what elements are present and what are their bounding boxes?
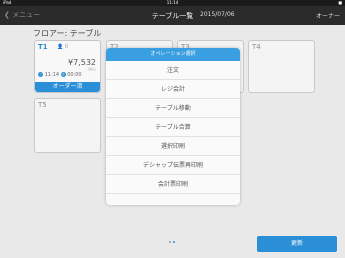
floor-label: フロアー: テーブル bbox=[33, 29, 102, 38]
user-label[interactable]: オーナー bbox=[316, 11, 340, 20]
menu-item-merge-table[interactable]: テーブル合算 bbox=[106, 118, 240, 137]
table-status-badge: オーダー済 bbox=[35, 82, 100, 92]
table-name: T4 bbox=[252, 43, 261, 51]
menu-item-order[interactable]: 注文 bbox=[106, 61, 240, 80]
menu-item-selective-print[interactable]: 選択印刷 bbox=[106, 137, 240, 156]
table-name: T5 bbox=[38, 101, 47, 109]
operation-select-popover: オペレーション選択 注文 レジ会計 テーブル移動 テーブル合算 選択印刷 デシャ… bbox=[106, 48, 240, 205]
navigation-bar: ❮ メニュー テーブル一覧 2015/07/06 オーナー bbox=[0, 6, 345, 25]
table-card-t4[interactable]: T4 bbox=[248, 40, 315, 93]
table-amount: ¥7,532 bbox=[68, 58, 96, 67]
menu-item-print-receipt[interactable]: 会計票印刷 bbox=[106, 175, 240, 194]
table-card-t1[interactable]: T1 👤 0 ¥7,532 (税込) ✓ 11:14 ◷ 00:00 オーダー済 bbox=[34, 40, 101, 93]
table-name: T1 bbox=[38, 43, 48, 51]
amount-subnote: (税込) bbox=[87, 67, 96, 71]
person-icon: 👤 bbox=[57, 44, 64, 50]
date-label: 2015/07/06 bbox=[200, 11, 235, 18]
page-dot[interactable] bbox=[169, 241, 171, 243]
menu-item-checkout[interactable]: レジ会計 bbox=[106, 80, 240, 99]
table-times: ✓ 11:14 ◷ 00:00 bbox=[38, 72, 82, 78]
menu-item-reprint-deshap-slip[interactable]: デシャップ伝票再印刷 bbox=[106, 156, 240, 175]
guest-count-value: 0 bbox=[64, 44, 69, 50]
table-card-t5[interactable]: T5 bbox=[34, 98, 101, 153]
update-button[interactable]: 更新 bbox=[257, 236, 337, 252]
page-title: テーブル一覧 bbox=[151, 12, 194, 20]
popover-title: オペレーション選択 bbox=[106, 48, 240, 61]
page-indicator[interactable] bbox=[169, 239, 177, 244]
page-dot-active[interactable] bbox=[173, 241, 175, 243]
elapsed-time: 00:00 bbox=[67, 72, 82, 78]
check-icon: ✓ bbox=[38, 72, 43, 77]
guest-count: 👤 0 bbox=[57, 44, 68, 50]
clock-icon: ◷ bbox=[60, 72, 66, 77]
menu-item-move-table[interactable]: テーブル移動 bbox=[106, 99, 240, 118]
start-time: 11:14 bbox=[44, 72, 60, 78]
